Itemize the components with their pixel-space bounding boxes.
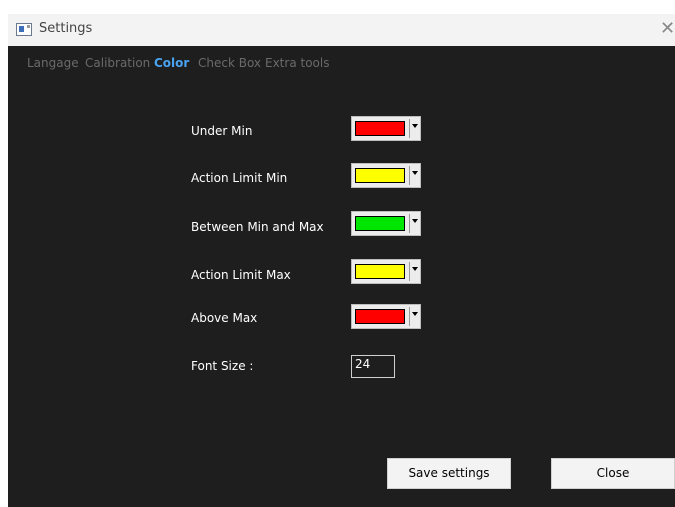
- picker-divider: [409, 214, 410, 233]
- chevron-down-icon[interactable]: [412, 171, 418, 175]
- picker-divider: [409, 262, 410, 281]
- between-min-max-color-picker[interactable]: [351, 211, 421, 236]
- chevron-down-icon[interactable]: [412, 312, 418, 316]
- under-min-label: Under Min: [191, 124, 253, 138]
- between-min-max-label: Between Min and Max: [191, 220, 324, 234]
- tab-calibration[interactable]: Calibration: [85, 56, 150, 70]
- close-icon[interactable]: ✕: [660, 18, 675, 40]
- action-limit-min-color-picker[interactable]: [351, 163, 421, 188]
- tab-extra-tools[interactable]: Extra tools: [265, 56, 329, 70]
- close-button[interactable]: Close: [551, 458, 675, 489]
- settings-window: Settings ✕ Langage Calibration Color Che…: [8, 14, 675, 507]
- picker-divider: [409, 166, 410, 185]
- action-limit-min-label: Action Limit Min: [191, 171, 288, 185]
- app-icon: [16, 23, 32, 36]
- color-swatch: [355, 309, 405, 324]
- under-min-color-picker[interactable]: [351, 116, 421, 141]
- tab-color[interactable]: Color: [154, 56, 189, 70]
- font-size-label: Font Size :: [191, 359, 254, 373]
- color-swatch: [355, 168, 405, 183]
- above-max-color-picker[interactable]: [351, 304, 421, 329]
- tab-check-box[interactable]: Check Box: [198, 56, 261, 70]
- title-bar: Settings ✕: [8, 14, 675, 46]
- above-max-label: Above Max: [191, 311, 258, 325]
- save-settings-button[interactable]: Save settings: [387, 458, 511, 489]
- font-size-input[interactable]: 24: [351, 355, 395, 378]
- action-limit-max-label: Action Limit Max: [191, 268, 291, 282]
- window-title: Settings: [39, 21, 93, 36]
- action-limit-max-color-picker[interactable]: [351, 259, 421, 284]
- chevron-down-icon[interactable]: [412, 124, 418, 128]
- picker-divider: [409, 307, 410, 326]
- color-swatch: [355, 216, 405, 231]
- color-swatch: [355, 121, 405, 136]
- chevron-down-icon[interactable]: [412, 219, 418, 223]
- color-swatch: [355, 264, 405, 279]
- picker-divider: [409, 119, 410, 138]
- chevron-down-icon[interactable]: [412, 267, 418, 271]
- tab-langage[interactable]: Langage: [27, 56, 79, 70]
